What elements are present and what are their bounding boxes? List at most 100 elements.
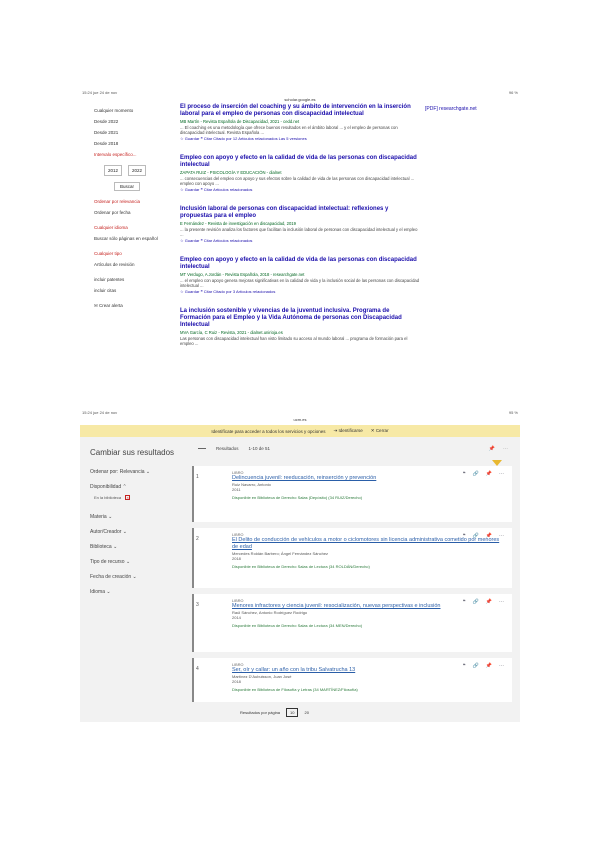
filter-resource-type[interactable]: Tipo de recurso ⌄	[90, 559, 190, 565]
pin-icon[interactable]: 📌	[486, 533, 492, 539]
include-citations[interactable]: incluir citas	[94, 288, 164, 293]
result-title[interactable]: Empleo con apoyo y efecto en la calidad …	[180, 257, 420, 271]
close-banner-button[interactable]: ✕ Cerrar	[371, 428, 389, 434]
filter-label: Tipo de recurso	[90, 559, 125, 565]
result-actions[interactable]: ☆ Guardar ❝ Citar Citado por 12 Artículo…	[180, 136, 420, 141]
record-number: 4	[196, 666, 199, 672]
battery-status: 95 %	[508, 410, 518, 415]
more-icon[interactable]: ⋯	[499, 599, 504, 605]
filter-since-2018[interactable]: Desde 2018	[94, 141, 164, 146]
filter-author[interactable]: Autor/Creador ⌄	[90, 529, 190, 535]
per-page-current[interactable]: 10	[286, 708, 299, 717]
link-icon[interactable]: 🔗	[473, 471, 479, 477]
pin-icon[interactable]: 📌	[489, 446, 495, 452]
record-availability[interactable]: Disponible en Biblioteca de Derecho Sala…	[232, 623, 504, 628]
battery-status: 96 %	[508, 90, 518, 95]
filter-subject[interactable]: Materia ⌄	[90, 514, 190, 520]
result-title[interactable]: Empleo con apoyo y efecto en la calidad …	[180, 155, 420, 169]
result-record[interactable]: 1 LIBRO Delincuencia juvenil: reeducació…	[192, 466, 512, 522]
order-relevance[interactable]: Ordenar por relevancia	[94, 199, 164, 204]
chevron-down-icon: ⌄	[122, 529, 127, 535]
more-icon[interactable]: ⋯	[503, 446, 508, 452]
pin-icon[interactable]: 📌	[486, 663, 492, 669]
filter-language[interactable]: Idioma ⌄	[90, 589, 190, 595]
more-icon[interactable]: ⋯	[499, 533, 504, 539]
result-actions[interactable]: ☆ Guardar ❝ Citar Artículos relacionados	[180, 238, 420, 243]
record-availability[interactable]: Disponible en Biblioteca de Derecho Sala…	[232, 495, 504, 500]
list-item: Empleo con apoyo y efecto en la calidad …	[180, 155, 420, 192]
type-reviews[interactable]: Artículos de revisión	[94, 262, 164, 267]
include-patents[interactable]: incluir patentes	[94, 277, 164, 282]
chip-label: En la biblioteca	[94, 495, 122, 500]
language-any[interactable]: Cualquier idioma	[94, 225, 164, 230]
status-time: 15:24 jue 24 de nov	[82, 90, 118, 95]
filter-library[interactable]: Biblioteca ⌄	[90, 544, 190, 550]
record-title[interactable]: El Delito de conducción de vehículos a m…	[232, 537, 504, 551]
availability-filter[interactable]: Disponibilidad ⌃	[90, 484, 190, 490]
record-number: 1	[196, 474, 199, 480]
login-button[interactable]: ⇥ Identificarse	[333, 428, 362, 434]
range-search-button[interactable]: Buscar	[114, 182, 140, 191]
sort-dropdown[interactable]: Ordenar por: Relevancia ⌄	[90, 469, 190, 475]
results-label: Resultados	[216, 446, 239, 451]
result-record[interactable]: 3 LIBRO Menores infractores y ciencia ju…	[192, 594, 512, 652]
active-filter-chip[interactable]: En la biblioteca ×	[94, 495, 190, 500]
status-time: 15:24 jue 24 de nov	[82, 410, 118, 415]
quote-icon[interactable]: ❝	[463, 599, 466, 605]
quote-icon[interactable]: ❝	[463, 471, 466, 477]
result-authors: ZAPATA RUIZ - PSICOLOGÍA Y EDUCACIÓN - d…	[180, 170, 282, 175]
record-availability[interactable]: Disponible en Biblioteca de Filosofía y …	[232, 687, 504, 692]
pin-icon[interactable]: 📌	[486, 599, 492, 605]
more-icon[interactable]: ⋯	[499, 471, 504, 477]
result-snippet: ... consecuencias del empleo con apoyo y…	[180, 176, 415, 186]
scholar-results: El proceso de inserción del coaching y s…	[180, 104, 420, 360]
pin-icon[interactable]: 📌	[486, 471, 492, 477]
result-title[interactable]: Inclusión laboral de personas con discap…	[180, 206, 420, 220]
filter-label: Idioma	[90, 589, 106, 595]
record-number: 3	[196, 602, 199, 608]
chevron-up-icon: ⌃	[122, 484, 127, 490]
quote-icon[interactable]: ❝	[463, 663, 466, 669]
link-icon[interactable]: 🔗	[473, 663, 479, 669]
record-year: 2014	[232, 615, 241, 620]
result-title[interactable]: La inclusión sostenible y vivencias de l…	[180, 308, 420, 329]
link-icon[interactable]: 🔗	[473, 599, 479, 605]
remove-filter-icon[interactable]: ×	[125, 495, 131, 500]
result-snippet: ... El coaching es una metodología que o…	[180, 125, 398, 135]
result-actions[interactable]: ☆ Guardar ❝ Citar Citado por 3 Artículos…	[180, 289, 420, 294]
type-any[interactable]: Cualquier tipo	[94, 251, 164, 256]
filter-custom-range[interactable]: Intervalo específico...	[94, 152, 164, 157]
address-bar[interactable]: ucm.es	[80, 417, 520, 425]
filter-creation-date[interactable]: Fecha de creación ⌄	[90, 574, 190, 580]
record-availability[interactable]: Disponible en Biblioteca de Derecho Sala…	[232, 564, 504, 569]
scholar-filter-sidebar: Cualquier momento Desde 2022 Desde 2021 …	[94, 108, 164, 315]
result-record[interactable]: 2 LIBRO El Delito de conducción de vehíc…	[192, 528, 512, 588]
record-year: 2011	[232, 487, 241, 492]
results-header: Resultados 1-10 de 51	[198, 446, 270, 451]
list-item: Empleo con apoyo y efecto en la calidad …	[180, 257, 420, 294]
language-spanish[interactable]: Buscar sólo páginas en español	[94, 236, 164, 241]
record-actions: ❝ 🔗 📌 ⋯	[463, 599, 504, 605]
chevron-down-icon: ⌄	[106, 589, 111, 595]
link-icon[interactable]: 🔗	[473, 533, 479, 539]
more-icon[interactable]: ⋯	[499, 663, 504, 669]
filter-since-2022[interactable]: Desde 2022	[94, 119, 164, 124]
result-title[interactable]: El proceso de inserción del coaching y s…	[180, 104, 420, 118]
record-actions: ❝ 🔗 📌 ⋯	[463, 533, 504, 539]
per-page-option[interactable]: 20	[304, 710, 308, 715]
status-bar: 15:24 jue 24 de nov 96 %	[80, 88, 520, 97]
quote-icon[interactable]: ❝	[463, 533, 466, 539]
pagination: Resultados por página 10 20	[240, 708, 309, 717]
create-alert[interactable]: ✉ Crear alerta	[94, 303, 164, 309]
result-snippet: ... el empleo con apoyo genera mejoras s…	[180, 278, 420, 288]
scholar-screenshot: 15:24 jue 24 de nov 96 % scholar.google.…	[80, 88, 520, 400]
filter-since-2021[interactable]: Desde 2021	[94, 130, 164, 135]
result-record[interactable]: 4 LIBRO Ser, oír y callar: un año con la…	[192, 658, 512, 702]
filter-any-time[interactable]: Cualquier momento	[94, 108, 164, 113]
order-date[interactable]: Ordenar por fecha	[94, 210, 164, 215]
results-toolbar: 📌 ⋯	[489, 446, 508, 452]
range-from-input[interactable]: 2012	[104, 165, 123, 176]
pdf-link[interactable]: [PDF] researchgate.net	[425, 106, 477, 112]
result-actions[interactable]: ☆ Guardar ❝ Citar Artículos relacionados	[180, 187, 420, 192]
range-to-input[interactable]: 2022	[128, 165, 147, 176]
